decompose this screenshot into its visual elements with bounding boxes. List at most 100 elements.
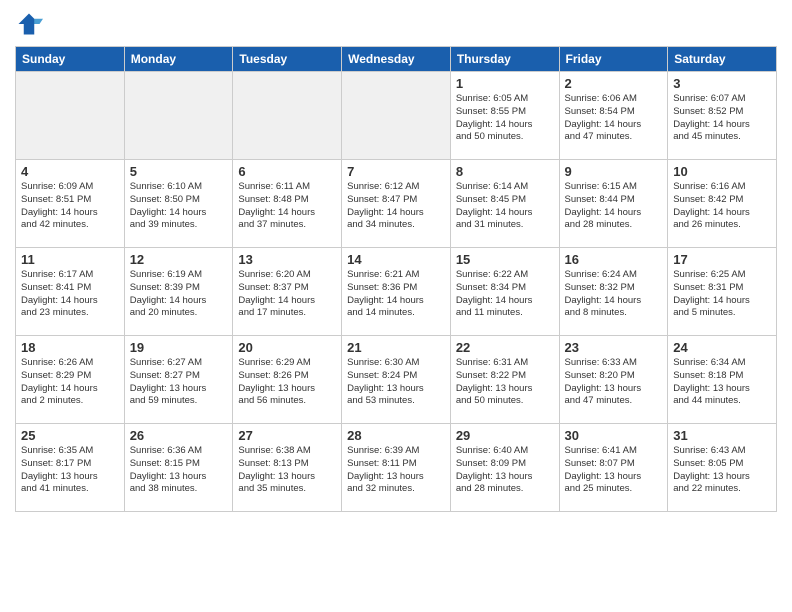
day-number: 9 — [565, 164, 663, 179]
calendar-cell: 25Sunrise: 6:35 AM Sunset: 8:17 PM Dayli… — [16, 424, 125, 512]
calendar-cell: 21 Sunrise: 6:30 AM Sunset: 8:24 PM Dayli… — [342, 336, 451, 424]
day-number: 20 — [238, 340, 336, 355]
day-number: 22 — [456, 340, 554, 355]
calendar-cell: 3 Sunrise: 6:07 AM Sunset: 8:52 PM Daylig… — [668, 72, 777, 160]
day-detail: Sunrise: 6:40 AM Sunset: 8:09 PM Dayligh… — [456, 445, 554, 496]
calendar-cell: 28 Sunrise: 6:39 AM Sunset: 8:11 PM Dayli… — [342, 424, 451, 512]
calendar-cell: 11 Sunrise: 6:17 AM Sunset: 8:41 PM Dayli… — [16, 248, 125, 336]
day-detail: Sunrise: 6:15 AM Sunset: 8:44 PM Dayligh… — [565, 181, 663, 232]
day-number: 13 — [238, 252, 336, 267]
calendar-cell: 26Sunrise: 6:36 AM Sunset: 8:15 PM Dayli… — [124, 424, 233, 512]
day-detail: Sunrise: 6:25 AM Sunset: 8:31 PM Dayligh… — [673, 269, 771, 320]
calendar-cell: 12 Sunrise: 6:19 AM Sunset: 8:39 PM Dayli… — [124, 248, 233, 336]
week-row-2: 4Sunrise: 6:09 AM Sunset: 8:51 PM Daylig… — [16, 160, 777, 248]
day-detail: Sunrise: 6:07 AM Sunset: 8:52 PM Dayligh… — [673, 93, 771, 144]
day-number: 5 — [130, 164, 228, 179]
week-row-4: 18Sunrise: 6:26 AM Sunset: 8:29 PM Dayli… — [16, 336, 777, 424]
day-number: 30 — [565, 428, 663, 443]
page-header — [15, 10, 777, 38]
weekday-header-saturday: Saturday — [668, 47, 777, 72]
calendar-cell: 20Sunrise: 6:29 AM Sunset: 8:26 PM Dayli… — [233, 336, 342, 424]
day-detail: Sunrise: 6:38 AM Sunset: 8:13 PM Dayligh… — [238, 445, 336, 496]
day-detail: Sunrise: 6:21 AM Sunset: 8:36 PM Dayligh… — [347, 269, 445, 320]
day-number: 6 — [238, 164, 336, 179]
calendar-cell: 22 Sunrise: 6:31 AM Sunset: 8:22 PM Dayli… — [450, 336, 559, 424]
day-number: 8 — [456, 164, 554, 179]
calendar-cell: 7 Sunrise: 6:12 AM Sunset: 8:47 PM Daylig… — [342, 160, 451, 248]
day-number: 16 — [565, 252, 663, 267]
day-number: 31 — [673, 428, 771, 443]
day-number: 14 — [347, 252, 445, 267]
weekday-header-thursday: Thursday — [450, 47, 559, 72]
calendar-cell: 16 Sunrise: 6:24 AM Sunset: 8:32 PM Dayli… — [559, 248, 668, 336]
calendar-cell — [233, 72, 342, 160]
day-number: 4 — [21, 164, 119, 179]
day-number: 15 — [456, 252, 554, 267]
calendar-cell: 31 Sunrise: 6:43 AM Sunset: 8:05 PM Dayli… — [668, 424, 777, 512]
day-detail: Sunrise: 6:30 AM Sunset: 8:24 PM Dayligh… — [347, 357, 445, 408]
day-detail: Sunrise: 6:24 AM Sunset: 8:32 PM Dayligh… — [565, 269, 663, 320]
calendar-cell: 27 Sunrise: 6:38 AM Sunset: 8:13 PM Dayli… — [233, 424, 342, 512]
calendar-cell: 23 Sunrise: 6:33 AM Sunset: 8:20 PM Dayli… — [559, 336, 668, 424]
calendar-cell: 10 Sunrise: 6:16 AM Sunset: 8:42 PM Dayli… — [668, 160, 777, 248]
day-number: 28 — [347, 428, 445, 443]
day-number: 24 — [673, 340, 771, 355]
calendar-cell: 14 Sunrise: 6:21 AM Sunset: 8:36 PM Dayli… — [342, 248, 451, 336]
day-number: 18 — [21, 340, 119, 355]
logo — [15, 10, 47, 38]
day-number: 2 — [565, 76, 663, 91]
calendar-cell: 1Sunrise: 6:05 AM Sunset: 8:55 PM Daylig… — [450, 72, 559, 160]
calendar-cell: 30 Sunrise: 6:41 AM Sunset: 8:07 PM Dayli… — [559, 424, 668, 512]
calendar-table: SundayMondayTuesdayWednesdayThursdayFrid… — [15, 46, 777, 512]
day-number: 21 — [347, 340, 445, 355]
calendar-cell — [342, 72, 451, 160]
week-row-3: 11 Sunrise: 6:17 AM Sunset: 8:41 PM Dayli… — [16, 248, 777, 336]
day-detail: Sunrise: 6:12 AM Sunset: 8:47 PM Dayligh… — [347, 181, 445, 232]
week-row-5: 25Sunrise: 6:35 AM Sunset: 8:17 PM Dayli… — [16, 424, 777, 512]
day-number: 3 — [673, 76, 771, 91]
day-detail: Sunrise: 6:34 AM Sunset: 8:18 PM Dayligh… — [673, 357, 771, 408]
day-number: 17 — [673, 252, 771, 267]
weekday-header-sunday: Sunday — [16, 47, 125, 72]
calendar-cell: 15 Sunrise: 6:22 AM Sunset: 8:34 PM Dayli… — [450, 248, 559, 336]
weekday-header-friday: Friday — [559, 47, 668, 72]
day-detail: Sunrise: 6:20 AM Sunset: 8:37 PM Dayligh… — [238, 269, 336, 320]
day-number: 29 — [456, 428, 554, 443]
day-detail: Sunrise: 6:06 AM Sunset: 8:54 PM Dayligh… — [565, 93, 663, 144]
calendar-cell: 4Sunrise: 6:09 AM Sunset: 8:51 PM Daylig… — [16, 160, 125, 248]
day-detail: Sunrise: 6:16 AM Sunset: 8:42 PM Dayligh… — [673, 181, 771, 232]
day-detail: Sunrise: 6:14 AM Sunset: 8:45 PM Dayligh… — [456, 181, 554, 232]
calendar-cell: 24 Sunrise: 6:34 AM Sunset: 8:18 PM Dayli… — [668, 336, 777, 424]
weekday-header-tuesday: Tuesday — [233, 47, 342, 72]
day-number: 11 — [21, 252, 119, 267]
day-detail: Sunrise: 6:33 AM Sunset: 8:20 PM Dayligh… — [565, 357, 663, 408]
day-detail: Sunrise: 6:41 AM Sunset: 8:07 PM Dayligh… — [565, 445, 663, 496]
calendar-cell: 19Sunrise: 6:27 AM Sunset: 8:27 PM Dayli… — [124, 336, 233, 424]
calendar-cell: 29 Sunrise: 6:40 AM Sunset: 8:09 PM Dayli… — [450, 424, 559, 512]
calendar-cell — [124, 72, 233, 160]
day-detail: Sunrise: 6:17 AM Sunset: 8:41 PM Dayligh… — [21, 269, 119, 320]
day-number: 7 — [347, 164, 445, 179]
day-number: 23 — [565, 340, 663, 355]
day-detail: Sunrise: 6:10 AM Sunset: 8:50 PM Dayligh… — [130, 181, 228, 232]
calendar-cell: 6Sunrise: 6:11 AM Sunset: 8:48 PM Daylig… — [233, 160, 342, 248]
day-detail: Sunrise: 6:22 AM Sunset: 8:34 PM Dayligh… — [456, 269, 554, 320]
calendar-cell: 17 Sunrise: 6:25 AM Sunset: 8:31 PM Dayli… — [668, 248, 777, 336]
calendar-cell: 2 Sunrise: 6:06 AM Sunset: 8:54 PM Daylig… — [559, 72, 668, 160]
logo-icon — [15, 10, 43, 38]
day-detail: Sunrise: 6:39 AM Sunset: 8:11 PM Dayligh… — [347, 445, 445, 496]
day-detail: Sunrise: 6:43 AM Sunset: 8:05 PM Dayligh… — [673, 445, 771, 496]
day-detail: Sunrise: 6:05 AM Sunset: 8:55 PM Dayligh… — [456, 93, 554, 144]
day-number: 12 — [130, 252, 228, 267]
calendar-cell: 9 Sunrise: 6:15 AM Sunset: 8:44 PM Daylig… — [559, 160, 668, 248]
weekday-header-monday: Monday — [124, 47, 233, 72]
day-number: 10 — [673, 164, 771, 179]
day-detail: Sunrise: 6:19 AM Sunset: 8:39 PM Dayligh… — [130, 269, 228, 320]
day-number: 27 — [238, 428, 336, 443]
day-detail: Sunrise: 6:27 AM Sunset: 8:27 PM Dayligh… — [130, 357, 228, 408]
day-detail: Sunrise: 6:31 AM Sunset: 8:22 PM Dayligh… — [456, 357, 554, 408]
calendar-cell — [16, 72, 125, 160]
weekday-header-wednesday: Wednesday — [342, 47, 451, 72]
calendar-page: SundayMondayTuesdayWednesdayThursdayFrid… — [0, 0, 792, 612]
week-row-1: 1Sunrise: 6:05 AM Sunset: 8:55 PM Daylig… — [16, 72, 777, 160]
